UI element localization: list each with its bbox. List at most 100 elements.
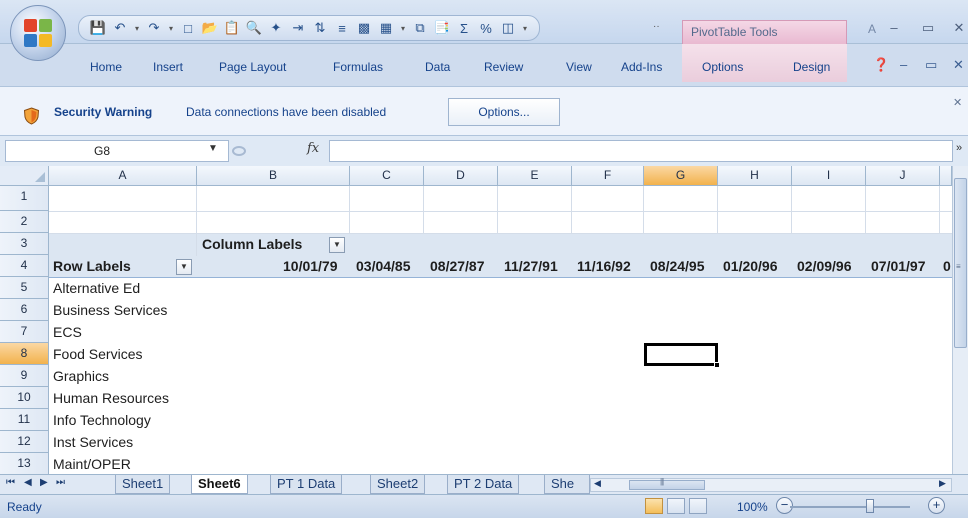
sheet-tab-partial[interactable]: She (544, 475, 590, 494)
row-header-3[interactable]: 3 (0, 233, 49, 255)
row-header-10[interactable]: 10 (0, 387, 49, 409)
last-sheet-icon[interactable]: ⏭ (56, 477, 65, 488)
tab-insert[interactable]: Insert (153, 60, 183, 74)
scroll-right-icon[interactable]: ▶ (939, 478, 946, 489)
minimize-icon[interactable]: – (883, 20, 905, 38)
column-header-f[interactable]: F (572, 166, 644, 186)
row-header-8[interactable]: 8 (0, 343, 49, 365)
prev-sheet-icon[interactable]: ◀ (24, 477, 32, 488)
zoom-level[interactable]: 100% (737, 500, 768, 514)
row-header-11[interactable]: 11 (0, 409, 49, 431)
chevron-down-icon[interactable]: ▼ (208, 143, 218, 154)
tab-data[interactable]: Data (425, 60, 450, 74)
borders-dropdown-icon[interactable]: ▾ (397, 19, 409, 37)
column-header-c[interactable]: C (350, 166, 424, 186)
column-header-d[interactable]: D (424, 166, 498, 186)
merge-dropdown-icon[interactable]: ▾ (519, 19, 531, 37)
fill-handle[interactable] (714, 362, 720, 368)
column-header-j[interactable]: J (866, 166, 940, 186)
row-header-9[interactable]: 9 (0, 365, 49, 387)
row-labels-filter-button[interactable]: ▼ (176, 259, 192, 275)
indent-icon[interactable]: ⇥ (287, 19, 309, 37)
message-bar-close-icon[interactable]: ✕ (953, 96, 962, 109)
zoom-in-icon[interactable]: + (928, 497, 945, 514)
active-cell-g8[interactable] (644, 343, 718, 366)
percent-icon[interactable]: % (475, 19, 497, 37)
maximize-icon[interactable]: ▭ (917, 20, 939, 38)
copy-icon[interactable]: ⧉ (409, 19, 431, 37)
tab-page-layout[interactable]: Page Layout (219, 60, 286, 74)
sheet-tab-sheet2[interactable]: Sheet2 (370, 475, 426, 494)
office-button[interactable] (10, 5, 66, 61)
row-header-13[interactable]: 13 (0, 453, 49, 474)
row-header-2[interactable]: 2 (0, 211, 49, 233)
redo-icon[interactable]: ↷ (143, 19, 165, 37)
row-header-6[interactable]: 6 (0, 299, 49, 321)
help-icon[interactable]: ❓ (873, 57, 889, 73)
column-header-a[interactable]: A (49, 166, 197, 186)
expand-formula-bar-icon[interactable]: » (956, 142, 962, 154)
ribbon-close-icon[interactable]: ✕ (953, 57, 964, 73)
open-folder-icon[interactable]: 📂 (199, 19, 221, 37)
new-document-icon[interactable]: □ (177, 19, 199, 37)
sheet-tab-sheet6[interactable]: Sheet6 (191, 475, 248, 494)
scroll-left-icon[interactable]: ◀ (594, 478, 601, 489)
format-painter-icon[interactable]: ✦ (265, 19, 287, 37)
row-header-12[interactable]: 12 (0, 431, 49, 453)
formula-input[interactable] (329, 140, 953, 162)
first-sheet-icon[interactable]: ⏮ (6, 477, 15, 488)
tab-view[interactable]: View (566, 60, 592, 74)
page-layout-view-icon[interactable] (667, 498, 685, 514)
borders-icon[interactable]: ▦ (375, 19, 397, 37)
row-header-4[interactable]: 4 (0, 255, 49, 277)
paste-icon[interactable]: 📋 (221, 19, 243, 37)
print-preview-icon[interactable]: 🔍 (243, 19, 265, 37)
row-header-1[interactable]: 1 (0, 186, 49, 211)
insert-function-icon[interactable]: fx (307, 141, 319, 156)
zoom-slider-thumb[interactable] (866, 499, 874, 513)
ribbon-minimize-icon[interactable]: – (900, 57, 907, 72)
horizontal-scroll-thumb[interactable] (629, 477, 705, 490)
close-icon[interactable]: ✕ (948, 20, 968, 38)
tab-formulas[interactable]: Formulas (333, 60, 383, 74)
merge-cells-icon[interactable]: ◫ (497, 19, 519, 37)
column-header-partial[interactable] (940, 166, 952, 186)
security-options-button[interactable]: Options... (448, 98, 560, 126)
formula-bar-splitter[interactable] (232, 146, 246, 156)
column-labels-filter-button[interactable]: ▼ (329, 237, 345, 253)
tab-design[interactable]: Design (793, 60, 830, 74)
vertical-scrollbar[interactable] (952, 166, 968, 474)
name-box[interactable]: G8 ▼ (5, 140, 229, 162)
paste-special-icon[interactable]: 📑 (431, 19, 453, 37)
tab-home[interactable]: Home (90, 60, 122, 74)
tab-options[interactable]: Options (702, 60, 743, 74)
row-header-7[interactable]: 7 (0, 321, 49, 343)
column-header-e[interactable]: E (498, 166, 572, 186)
sheet-tab-pt1-data[interactable]: PT 1 Data (270, 475, 343, 494)
redo-dropdown-icon[interactable]: ▾ (165, 19, 177, 37)
tab-add-ins[interactable]: Add-Ins (621, 60, 662, 74)
page-break-view-icon[interactable] (689, 498, 707, 514)
sheet-tab-sheet1[interactable]: Sheet1 (115, 475, 171, 494)
sort-icon[interactable]: ⇅ (309, 19, 331, 37)
ribbon-restore-icon[interactable]: ▭ (925, 57, 937, 73)
undo-dropdown-icon[interactable]: ▾ (131, 19, 143, 37)
select-all-button[interactable] (0, 166, 49, 186)
zoom-slider[interactable] (790, 506, 910, 508)
tab-review[interactable]: Review (484, 60, 523, 74)
undo-icon[interactable]: ↶ (109, 19, 131, 37)
column-header-i[interactable]: I (792, 166, 866, 186)
normal-view-icon[interactable] (645, 498, 663, 514)
column-header-h[interactable]: H (718, 166, 792, 186)
chart-icon[interactable]: ▩ (353, 19, 375, 37)
filter-icon[interactable]: ≡ (331, 19, 353, 37)
column-header-g[interactable]: G (644, 166, 718, 186)
worksheet-grid[interactable]: A B C D E F G H I J 1 2 3 4 5 6 7 8 9 10… (0, 166, 952, 474)
row-header-5[interactable]: 5 (0, 277, 49, 299)
autosum-icon[interactable]: Σ (453, 19, 475, 37)
column-header-b[interactable]: B (197, 166, 350, 186)
horizontal-scrollbar[interactable]: ◀ ▶ (590, 477, 952, 492)
save-icon[interactable]: 💾 (87, 19, 109, 37)
next-sheet-icon[interactable]: ▶ (40, 477, 48, 488)
sheet-tab-pt2-data[interactable]: PT 2 Data (447, 475, 520, 494)
